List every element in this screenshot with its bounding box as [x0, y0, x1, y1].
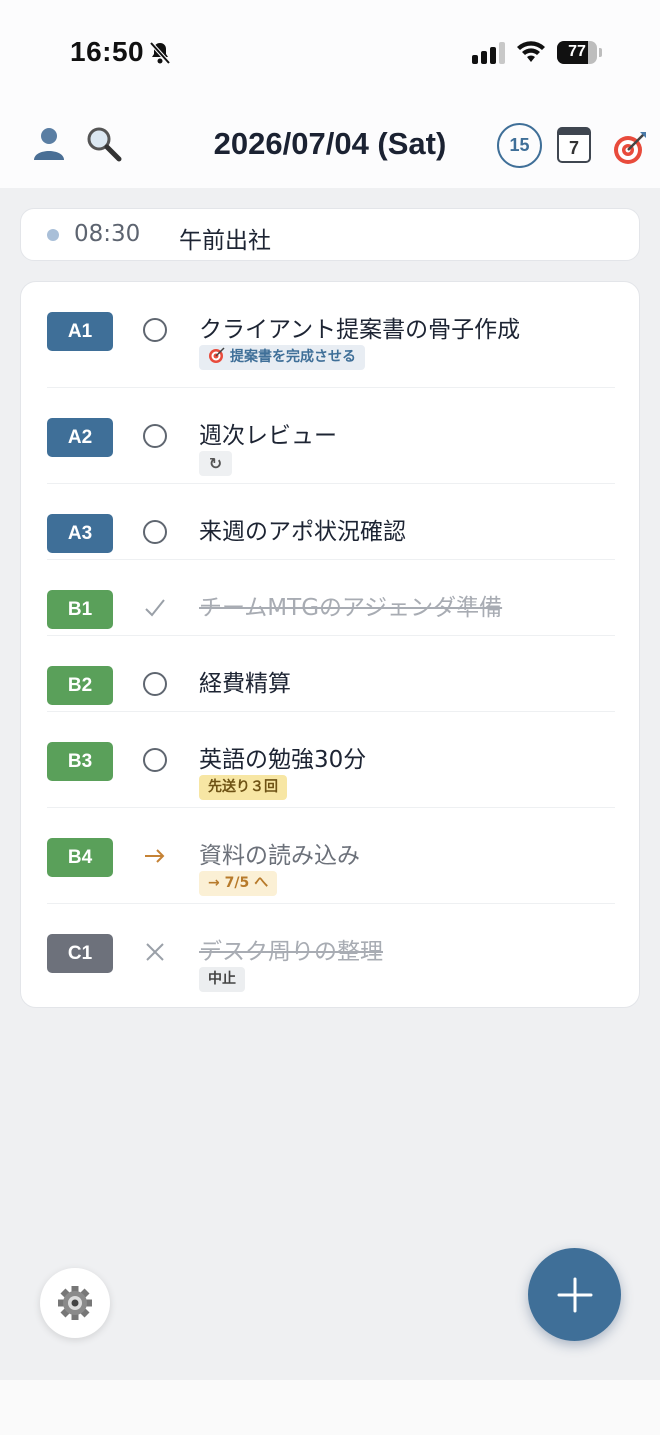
- person-icon[interactable]: [32, 126, 66, 160]
- goal-chip[interactable]: 提案書を完成させる: [199, 345, 365, 370]
- open-circle-icon[interactable]: [143, 748, 167, 772]
- time-event-card[interactable]: 08:30 午前出社: [20, 208, 640, 261]
- target-icon[interactable]: [612, 130, 648, 166]
- cancelled-badge: 中止: [199, 967, 245, 992]
- priority-tag: B3: [47, 742, 113, 781]
- task-row[interactable]: A3 来週のアポ状況確認: [47, 484, 615, 560]
- task-row[interactable]: B4 資料の読み込み → 7/5 へ: [47, 808, 615, 904]
- event-dot: [47, 229, 59, 241]
- task-row[interactable]: A2 週次レビュー ↻: [47, 388, 615, 484]
- gear-icon: [58, 1286, 92, 1320]
- settings-button[interactable]: [40, 1268, 110, 1338]
- status-bar: 16:50 77: [0, 0, 660, 100]
- task-title: チームMTGのアジェンダ準備: [199, 595, 503, 621]
- page-title[interactable]: 2026/07/04 (Sat): [160, 126, 500, 162]
- arrow-right-icon[interactable]: [143, 844, 167, 868]
- open-circle-icon[interactable]: [143, 672, 167, 696]
- task-row[interactable]: C1 デスク周りの整理 中止: [47, 904, 615, 1008]
- battery-percent: 77: [568, 43, 586, 60]
- open-circle-icon[interactable]: [143, 424, 167, 448]
- wifi-icon: [517, 41, 545, 62]
- task-title: デスク周りの整理: [199, 939, 383, 965]
- priority-tag: B4: [47, 838, 113, 877]
- task-row[interactable]: B2 経費精算: [47, 636, 615, 712]
- task-list: A1 クライアント提案書の骨子作成 提案書を完成させる A2 週次レビュー ↻ …: [20, 281, 640, 1008]
- calendar-week-icon[interactable]: 7: [557, 127, 591, 163]
- calendar-week-number: 7: [557, 135, 591, 163]
- add-task-button[interactable]: [528, 1248, 621, 1341]
- priority-tag: B2: [47, 666, 113, 705]
- priority-tag: A1: [47, 312, 113, 351]
- task-title: 来週のアポ状況確認: [199, 519, 406, 545]
- search-icon[interactable]: [86, 126, 122, 162]
- postpone-count-badge: 先送り３回: [199, 775, 287, 800]
- month-view-button[interactable]: 15: [497, 123, 542, 168]
- open-circle-icon[interactable]: [143, 318, 167, 342]
- task-row[interactable]: A1 クライアント提案書の骨子作成 提案書を完成させる: [47, 282, 615, 388]
- task-row[interactable]: B3 英語の勉強30分 先送り３回: [47, 712, 615, 808]
- app-header: 2026/07/04 (Sat) 15 7: [0, 100, 660, 188]
- plus-icon: [557, 1277, 592, 1312]
- battery-nub: [599, 48, 602, 57]
- bottom-safe-area: [0, 1380, 660, 1435]
- battery-indicator: 77: [557, 41, 597, 64]
- clock: 16:50: [70, 36, 145, 67]
- task-title: 週次レビュー: [199, 423, 337, 449]
- task-title: 資料の読み込み: [199, 843, 360, 869]
- repeat-icon: ↻: [199, 451, 232, 476]
- task-title: 経費精算: [199, 671, 291, 697]
- task-row[interactable]: B1 チームMTGのアジェンダ準備: [47, 560, 615, 636]
- moved-to-badge: → 7/5 へ: [199, 871, 278, 896]
- checkmark-icon[interactable]: [143, 596, 167, 620]
- event-time: 08:30: [74, 221, 141, 247]
- open-circle-icon[interactable]: [143, 520, 167, 544]
- target-icon: [209, 347, 225, 363]
- cross-icon[interactable]: [143, 940, 167, 964]
- event-label: 午前出社: [179, 228, 271, 254]
- priority-tag: B1: [47, 590, 113, 629]
- goal-label: 提案書を完成させる: [230, 349, 356, 365]
- priority-tag: A3: [47, 514, 113, 553]
- task-title: クライアント提案書の骨子作成: [199, 317, 521, 343]
- priority-tag: C1: [47, 934, 113, 973]
- priority-tag: A2: [47, 418, 113, 457]
- signal-icon: [472, 42, 505, 64]
- bell-muted-icon: [149, 41, 171, 65]
- task-title: 英語の勉強30分: [199, 747, 367, 773]
